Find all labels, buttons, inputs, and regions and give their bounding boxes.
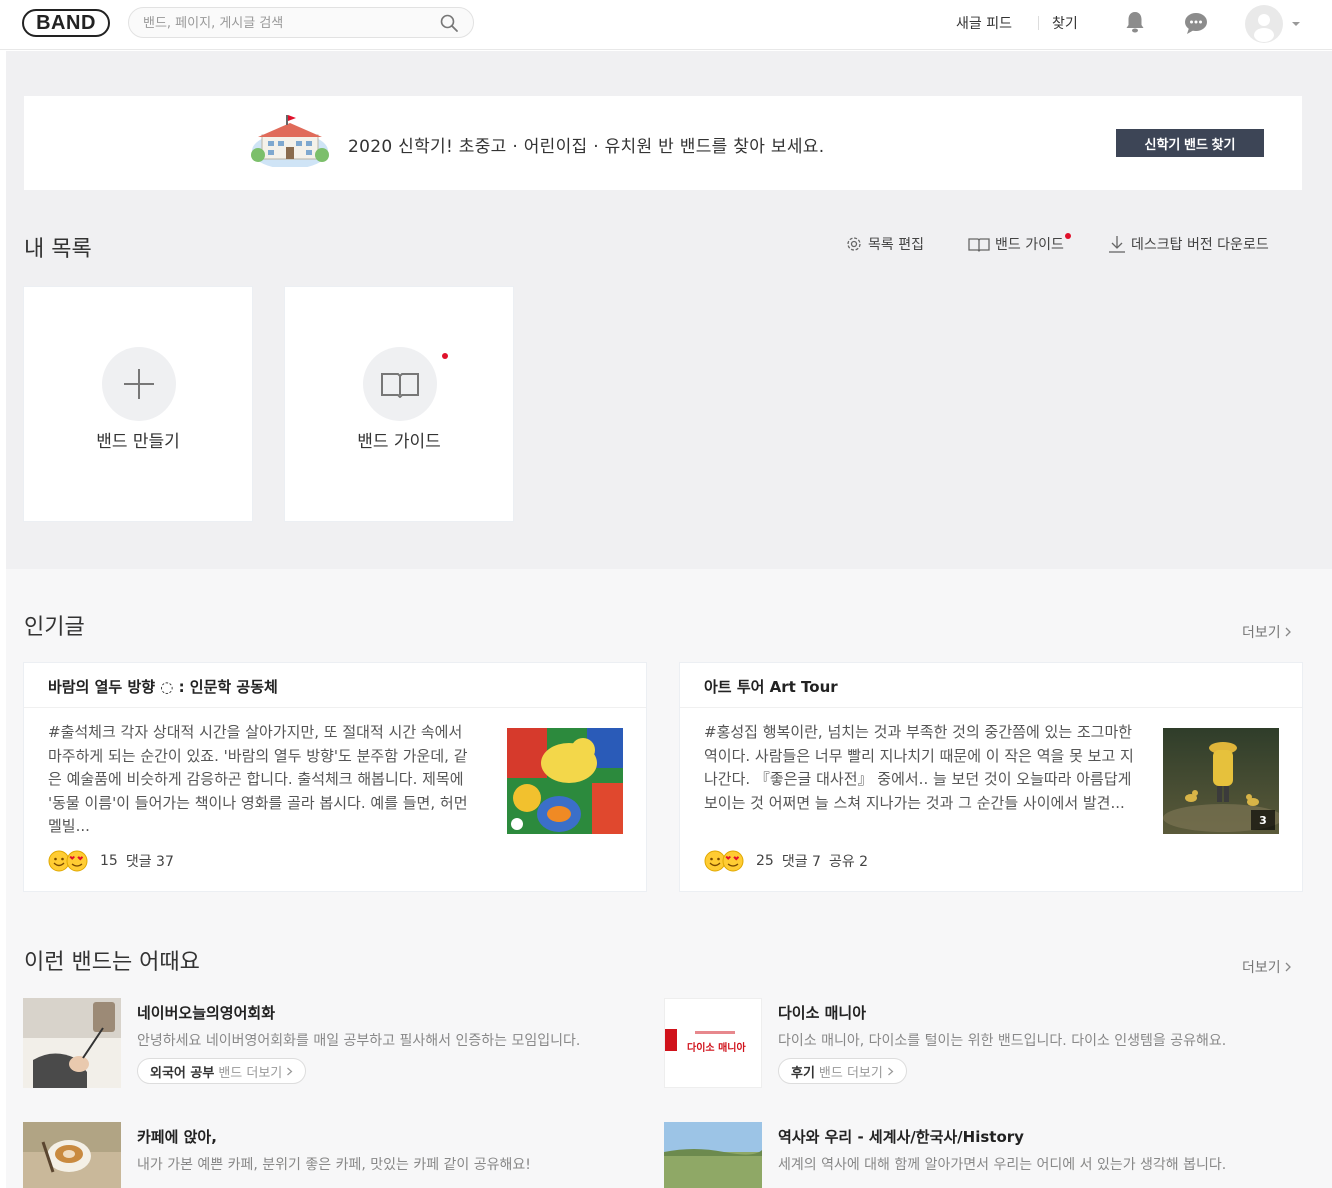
new-badge-dot <box>442 353 448 359</box>
recommended-band-item[interactable]: 다이소 매니아 다이소 매니아 다이소 매니아, 다이소를 털이는 위한 밴드입… <box>664 998 1284 1090</box>
chat-icon[interactable] <box>1183 11 1209 35</box>
post-thumbnail[interactable]: 3 <box>1163 728 1279 834</box>
recommended-bands-title: 이런 밴드는 어때요 <box>24 950 200 975</box>
band-name[interactable]: 다이소 매니아 <box>778 1002 866 1023</box>
post-thumbnail[interactable] <box>507 728 623 834</box>
image-count-badge: 3 <box>1251 810 1275 830</box>
chevron-down-icon[interactable] <box>1291 20 1301 28</box>
category-tag[interactable]: 후기 밴드 더보기 <box>778 1058 907 1084</box>
post-stats: 25 댓글 7 공유 2 <box>704 850 868 872</box>
comment-count[interactable]: 댓글 37 <box>126 851 174 871</box>
band-thumbnail[interactable] <box>23 998 121 1088</box>
band-thumbnail[interactable] <box>664 1122 762 1188</box>
reaction-count: 15 <box>100 853 118 869</box>
band-thumbnail[interactable] <box>23 1122 121 1188</box>
reaction-emojis <box>704 850 748 872</box>
comment-count[interactable]: 댓글 7 <box>782 851 821 871</box>
recommended-band-item[interactable]: 네이버오늘의영어회화 안녕하세요 네이버영어회화를 매일 공부하고 필사해서 인… <box>23 998 643 1090</box>
recommend-more-link[interactable]: 더보기 <box>1242 957 1292 977</box>
popular-posts-title: 인기글 <box>24 615 85 640</box>
book-icon <box>381 373 419 398</box>
search-input[interactable] <box>143 13 433 33</box>
coffee-cup-image <box>23 1122 121 1188</box>
reaction-count: 25 <box>756 853 774 869</box>
guide-circle <box>363 347 437 421</box>
divider <box>24 707 646 708</box>
post-body[interactable]: #출석체크 각자 상대적 시간을 살아가지만, 또 절대적 시간 속에서 마주하… <box>48 721 480 839</box>
plus-circle <box>102 347 176 421</box>
cat-painting-image <box>507 728 623 834</box>
heart-eyes-emoji-icon <box>722 850 744 872</box>
edit-list-label: 목록 편집 <box>868 237 924 253</box>
chevron-right-icon <box>287 1067 293 1075</box>
post-band-name[interactable]: 바람의 열두 방향 ◌ : 인문학 공동체 <box>48 676 278 697</box>
download-icon <box>1109 236 1125 253</box>
school-illustration <box>251 115 329 167</box>
popular-post-card[interactable]: 아트 투어 Art Tour #홍성집 행복이란, 넘치는 것과 부족한 것의 … <box>679 662 1303 892</box>
band-guide-label: 밴드 가이드 <box>995 237 1064 253</box>
find-semester-band-button[interactable]: 신학기 밴드 찾기 <box>1116 129 1264 157</box>
edit-list-link[interactable]: 목록 편집 <box>845 234 924 254</box>
reaction-emojis <box>48 850 92 872</box>
popular-post-card[interactable]: 바람의 열두 방향 ◌ : 인문학 공동체 #출석체크 각자 상대적 시간을 살… <box>23 662 647 892</box>
recommended-band-item[interactable]: 역사와 우리 - 세계사/한국사/History 세계의 역사에 대해 함께 알… <box>664 1122 1284 1188</box>
band-logo[interactable]: BAND <box>22 9 110 37</box>
tag-more-label: 밴드 더보기 <box>218 1065 283 1081</box>
band-description: 세계의 역사에 대해 함께 알아가면서 우리는 어디에 서 있는가 생각해 봅니… <box>778 1157 1227 1173</box>
my-list-title: 내 목록 <box>24 237 92 262</box>
gear-icon <box>847 237 861 251</box>
chevron-right-icon <box>887 1067 894 1075</box>
more-label: 더보기 <box>1242 625 1281 641</box>
heart-eyes-emoji-icon <box>66 850 88 872</box>
post-body[interactable]: #홍성집 행복이란, 넘치는 것과 부족한 것의 중간쯤에 있는 조그마한 역이… <box>704 721 1136 839</box>
category-tag[interactable]: 외국어 공부 밴드 더보기 <box>137 1058 307 1084</box>
post-stats: 15 댓글 37 <box>48 850 174 872</box>
tag-category: 후기 <box>791 1065 815 1081</box>
writing-hand-image <box>23 998 121 1088</box>
new-semester-banner: 2020 신학기! 초중고 · 어린이집 · 유치원 반 밴드를 찾아 보세요.… <box>24 96 1302 190</box>
tag-category: 외국어 공부 <box>150 1065 215 1081</box>
more-label: 더보기 <box>1242 960 1281 976</box>
band-description: 다이소 매니아, 다이소를 털이는 위한 밴드입니다. 다이소 인생템을 공유해… <box>778 1033 1227 1049</box>
search-box[interactable] <box>128 7 474 38</box>
top-header: BAND 새글 피드 찾기 <box>0 0 1332 50</box>
create-band-card[interactable]: 밴드 만들기 <box>23 286 253 522</box>
daiso-logo-image: 다이소 매니아 <box>665 999 761 1087</box>
band-guide-link[interactable]: 밴드 가이드 <box>968 233 1071 254</box>
nav-new-feed[interactable]: 새글 피드 <box>956 13 1012 33</box>
chevron-right-icon <box>1285 962 1291 972</box>
band-name[interactable]: 네이버오늘의영어회화 <box>137 1002 275 1023</box>
recommended-band-item[interactable]: 카페에 앉아, 내가 가본 예쁜 카페, 분위기 좋은 카페, 맛있는 카페 같… <box>23 1122 643 1188</box>
user-icon <box>1254 14 1274 42</box>
share-count[interactable]: 공유 2 <box>829 851 868 871</box>
landscape-image <box>664 1122 762 1188</box>
banner-text: 2020 신학기! 초중고 · 어린이집 · 유치원 반 밴드를 찾아 보세요. <box>348 137 825 157</box>
band-guide-card[interactable]: 밴드 가이드 <box>284 286 514 522</box>
new-badge-dot <box>1064 233 1071 239</box>
plus-icon <box>124 369 154 399</box>
band-description: 내가 가본 예쁜 카페, 분위기 좋은 카페, 맛있는 카페 같이 공유해요! <box>137 1157 531 1173</box>
desktop-download-label: 데스크탑 버전 다운로드 <box>1131 237 1269 253</box>
avatar[interactable] <box>1245 5 1283 43</box>
band-thumbnail[interactable]: 다이소 매니아 <box>664 998 762 1088</box>
search-icon[interactable] <box>439 13 459 33</box>
band-guide-card-label: 밴드 가이드 <box>357 432 441 452</box>
book-icon <box>968 238 990 252</box>
band-name[interactable]: 역사와 우리 - 세계사/한국사/History <box>778 1126 1024 1147</box>
band-description: 안녕하세요 네이버영어회화를 매일 공부하고 필사해서 인증하는 모임입니다. <box>137 1033 581 1049</box>
divider <box>680 707 1302 708</box>
tag-more-label: 밴드 더보기 <box>818 1065 883 1081</box>
nav-find[interactable]: 찾기 <box>1052 13 1078 33</box>
bell-icon[interactable] <box>1124 10 1146 34</box>
post-band-name[interactable]: 아트 투어 Art Tour <box>704 676 838 697</box>
create-band-label: 밴드 만들기 <box>96 432 180 452</box>
band-name[interactable]: 카페에 앉아, <box>137 1126 217 1147</box>
chevron-right-icon <box>1285 627 1291 637</box>
nav-separator <box>1038 16 1039 30</box>
desktop-download-link[interactable]: 데스크탑 버전 다운로드 <box>1108 234 1269 254</box>
popular-more-link[interactable]: 더보기 <box>1242 622 1292 642</box>
daiso-logo-text: 다이소 매니아 <box>687 1041 746 1054</box>
